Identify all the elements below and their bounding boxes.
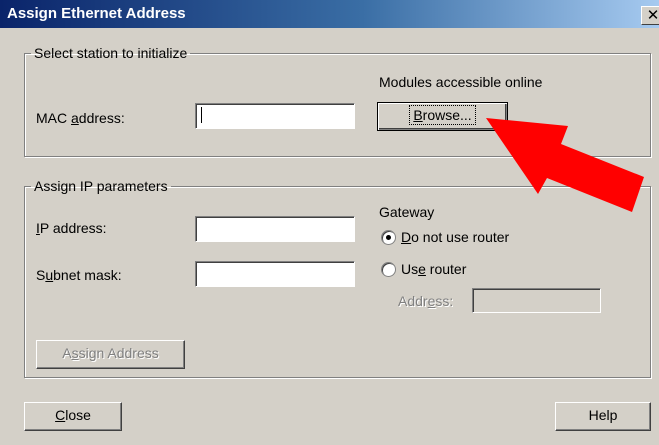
assign-post: sign Address [78,345,159,361]
assign-pre: A [62,345,72,361]
close-button[interactable]: Close [24,402,122,431]
subnet-label-post: bnet mask: [53,267,122,283]
mac-address-label: MAC address: [36,110,125,126]
ip-address-field[interactable] [195,216,355,242]
use-router-radio[interactable] [381,262,396,277]
use-router-post: router [425,261,467,277]
ip-label-post: P address: [39,220,107,236]
mac-label-underline: a [71,110,79,126]
close-underline: C [55,407,66,423]
subnet-label-underline: u [45,267,54,283]
no-router-radio[interactable] [381,230,396,245]
assign-underline: s [71,345,79,361]
station-group-legend: Select station to initialize [34,45,188,61]
assign-address-button[interactable]: Assign Address [36,340,185,369]
address-label-post: ss: [435,293,454,309]
subnet-label-pre: S [36,267,46,283]
no-router-post: o not use router [411,229,510,245]
no-router-underline: D [401,229,412,245]
modules-label: Modules accessible online [379,74,543,90]
title-bar: Assign Ethernet Address ✕ [0,0,659,28]
radio-selected-dot [386,235,391,240]
mac-label-post: ddress: [78,110,125,126]
mac-address-field[interactable] [195,103,355,129]
subnet-mask-field[interactable] [195,261,355,287]
gateway-label: Gateway [379,204,435,220]
use-router-label[interactable]: Use router [401,261,466,277]
window-title: Assign Ethernet Address [7,5,186,22]
browse-focus-box: Browse... [409,105,476,125]
router-address-label: Address: [398,293,453,309]
help-label: Help [588,407,618,423]
ip-address-label: IP address: [36,220,107,236]
address-label-pre: Addr [398,293,428,309]
help-button[interactable]: Help [555,402,651,431]
browse-label: rowse... [422,107,472,123]
browse-button[interactable]: Browse... [377,102,508,131]
station-group: Select station to initialize [24,45,651,157]
close-window-button[interactable]: ✕ [641,6,659,25]
text-caret [201,107,202,123]
close-icon: ✕ [646,7,659,24]
use-router-pre: Us [401,261,419,277]
use-router-underline: e [418,261,426,277]
mac-label-pre: MAC [36,110,71,126]
close-label: lose [65,407,91,423]
no-router-label[interactable]: Do not use router [401,229,509,245]
ip-group-legend: Assign IP parameters [34,178,168,194]
router-address-field[interactable] [472,288,601,313]
subnet-mask-label: Subnet mask: [36,267,122,283]
browse-underline: B [413,107,423,123]
